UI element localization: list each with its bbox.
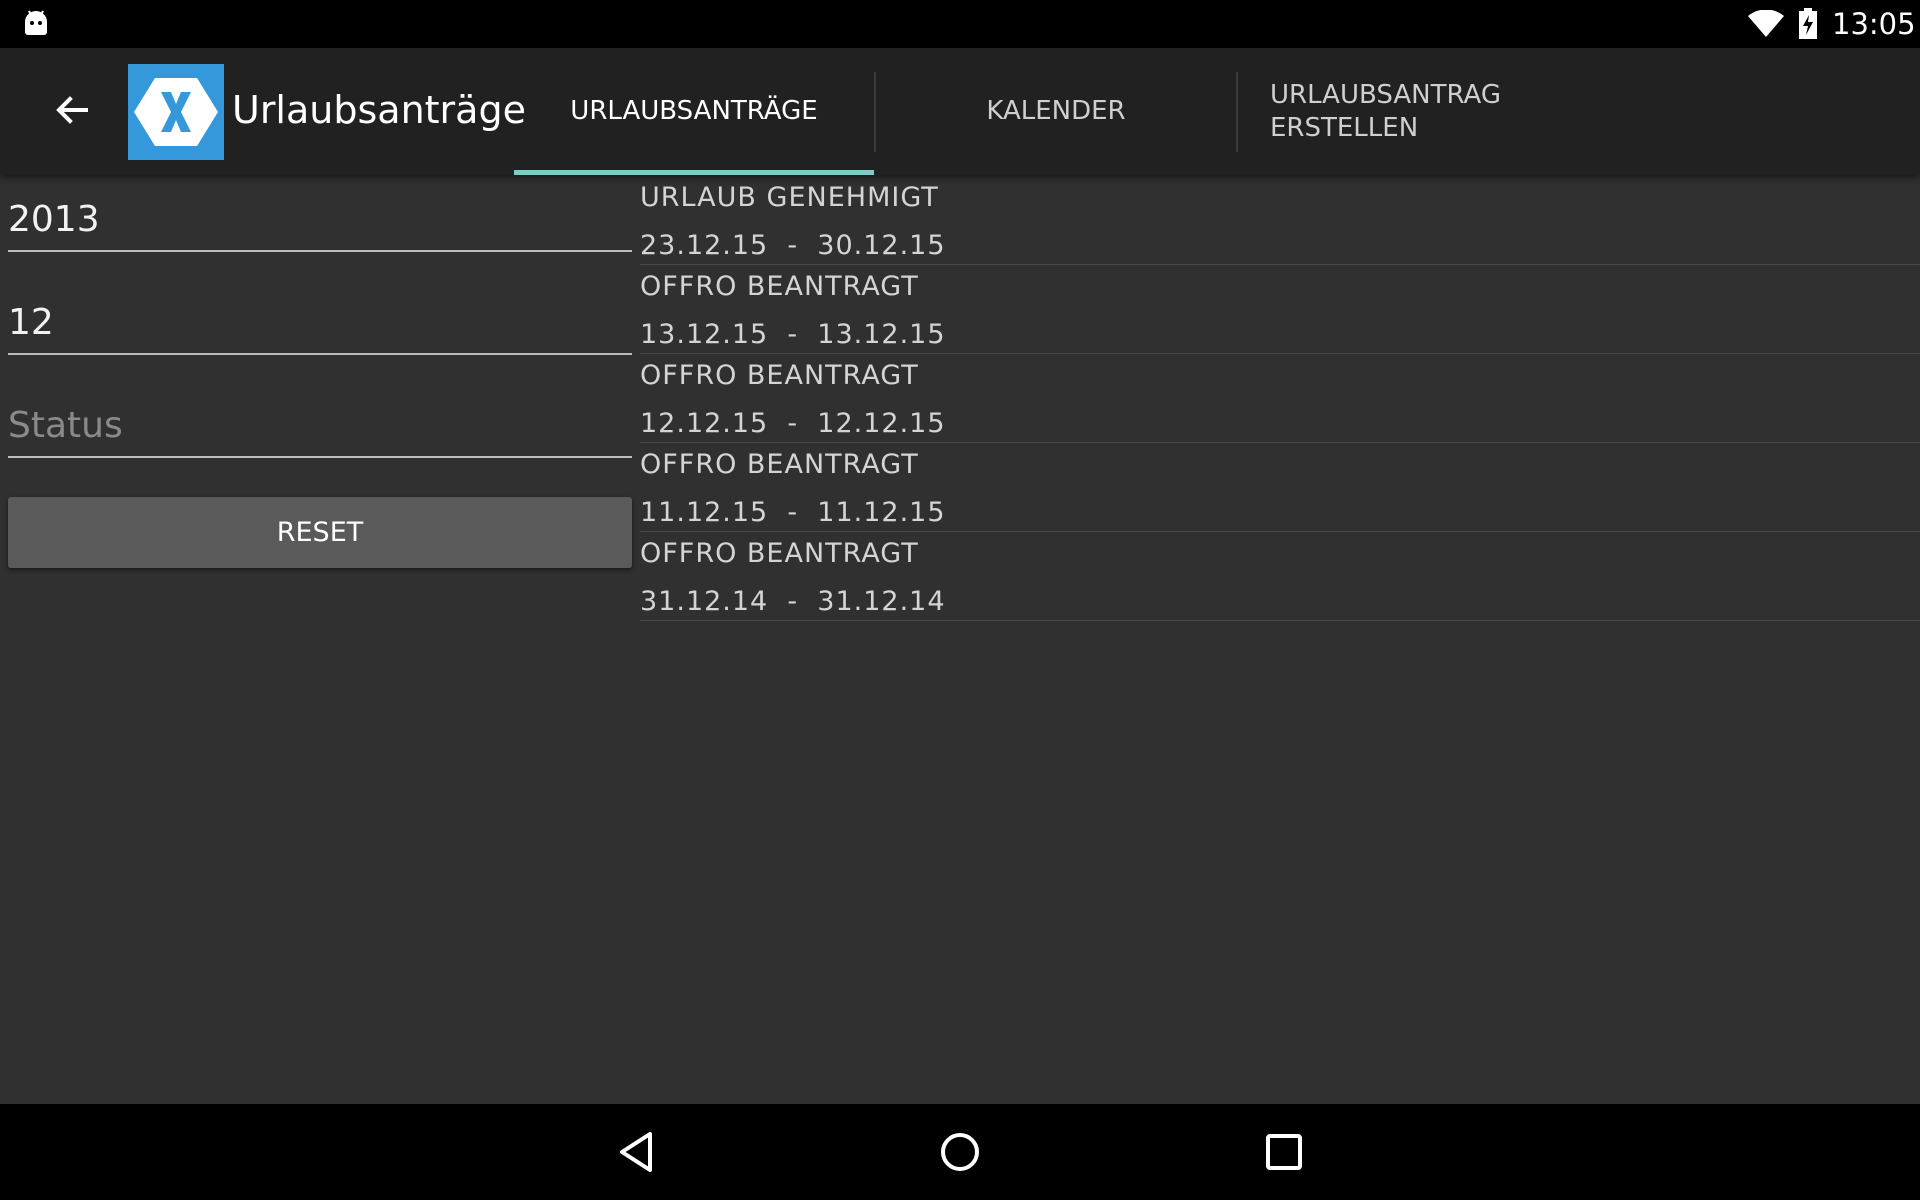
status-field[interactable]: Status bbox=[8, 396, 632, 458]
year-field[interactable]: 2013 bbox=[8, 190, 632, 252]
xamarin-logo-icon bbox=[128, 64, 224, 160]
tab-label: URLAUBSANTRÄGE bbox=[570, 96, 818, 126]
request-range: 12.12.15 - 12.12.15 bbox=[640, 408, 946, 439]
action-bar: Urlaubsanträge URLAUBSANTRÄGE KALENDER U… bbox=[0, 48, 1920, 175]
month-value: 12 bbox=[8, 302, 54, 343]
tab-kalender[interactable]: KALENDER bbox=[875, 48, 1237, 175]
app-title: Urlaubsanträge bbox=[232, 88, 526, 132]
request-range: 11.12.15 - 11.12.15 bbox=[640, 497, 946, 528]
request-status: OFFRO BEANTRAGT bbox=[640, 449, 919, 480]
status-placeholder: Status bbox=[8, 405, 123, 446]
navigation-bar bbox=[0, 1104, 1920, 1200]
nav-recents-icon[interactable] bbox=[1258, 1126, 1310, 1178]
nav-back-icon[interactable] bbox=[612, 1126, 664, 1178]
clock: 13:05 bbox=[1832, 7, 1916, 41]
list-item[interactable]: OFFRO BEANTRAGT 12.12.15 - 12.12.15 bbox=[640, 354, 1920, 443]
request-range: 23.12.15 - 30.12.15 bbox=[640, 230, 946, 261]
tab-urlaubsantraege[interactable]: URLAUBSANTRÄGE bbox=[514, 48, 874, 175]
request-status: OFFRO BEANTRAGT bbox=[640, 360, 919, 391]
nav-home-icon[interactable] bbox=[934, 1126, 986, 1178]
list-item[interactable]: OFFRO BEANTRAGT 11.12.15 - 11.12.15 bbox=[640, 443, 1920, 532]
tab-label: KALENDER bbox=[986, 96, 1126, 126]
reset-label: RESET bbox=[276, 517, 364, 548]
status-bar: 13:05 bbox=[0, 0, 1920, 48]
list-item[interactable]: URLAUB GENEHMIGT 23.12.15 - 30.12.15 bbox=[640, 176, 1920, 265]
reset-button[interactable]: RESET bbox=[8, 497, 632, 568]
arrow-back-icon[interactable] bbox=[48, 86, 96, 134]
android-icon bbox=[25, 10, 47, 35]
tab-urlaubsantrag-erstellen[interactable]: URLAUBSANTRAG ERSTELLEN bbox=[1238, 48, 1598, 175]
month-field[interactable]: 12 bbox=[8, 293, 632, 355]
list-item[interactable]: OFFRO BEANTRAGT 31.12.14 - 31.12.14 bbox=[640, 532, 1920, 621]
request-status: URLAUB GENEHMIGT bbox=[640, 182, 939, 213]
request-range: 13.12.15 - 13.12.15 bbox=[640, 319, 946, 350]
wifi-icon bbox=[1748, 10, 1784, 37]
tab-label: URLAUBSANTRAG ERSTELLEN bbox=[1270, 79, 1501, 143]
request-status: OFFRO BEANTRAGT bbox=[640, 538, 919, 569]
request-status: OFFRO BEANTRAGT bbox=[640, 271, 919, 302]
tab-indicator bbox=[514, 170, 874, 175]
request-range: 31.12.14 - 31.12.14 bbox=[640, 586, 946, 617]
year-value: 2013 bbox=[8, 199, 100, 240]
list-item[interactable]: OFFRO BEANTRAGT 13.12.15 - 13.12.15 bbox=[640, 265, 1920, 354]
battery-charging-icon bbox=[1799, 8, 1817, 39]
